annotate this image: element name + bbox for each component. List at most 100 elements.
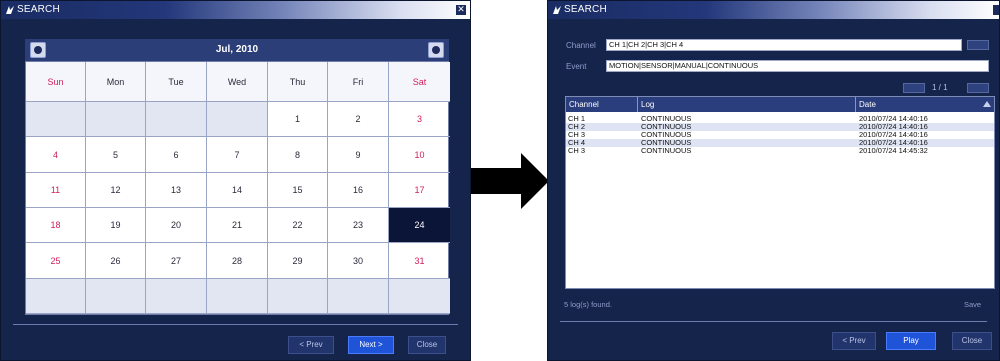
calendar-day[interactable]: 10: [389, 137, 450, 173]
column-header-date[interactable]: Date: [856, 97, 978, 112]
column-header-log[interactable]: Log: [638, 97, 856, 112]
channel-select-button[interactable]: [967, 40, 989, 50]
weekday-label: Fri: [328, 62, 389, 102]
calendar-day[interactable]: 3: [389, 102, 450, 137]
footer-divider: [13, 324, 458, 325]
calendar-day[interactable]: 20: [146, 208, 207, 243]
calendar-day[interactable]: 11: [26, 173, 86, 208]
calendar-day[interactable]: 4: [26, 137, 86, 173]
table-row[interactable]: CH 4 CONTINUOUS 2010/07/24 14:40:16: [566, 139, 994, 147]
calendar-day[interactable]: 27: [146, 243, 207, 279]
calendar-week-row: 18 19 20 21 22 23 24: [26, 208, 450, 243]
calendar-day[interactable]: 18: [26, 208, 86, 243]
calendar-day[interactable]: 25: [26, 243, 86, 279]
calendar-empty-cell[interactable]: [207, 102, 268, 137]
calendar-day[interactable]: 7: [207, 137, 268, 173]
table-row[interactable]: CH 1 CONTINUOUS 2010/07/24 14:40:16: [566, 115, 994, 123]
weekday-label: Wed: [207, 62, 268, 102]
next-month-button[interactable]: [428, 42, 444, 58]
window-title: SEARCH: [17, 4, 60, 15]
calendar-week-row: 11 12 13 14 15 16 17: [26, 173, 450, 208]
status-text: 5 log(s) found.: [564, 300, 612, 309]
calendar-header: Jul, 2010: [25, 39, 449, 61]
calendar-day[interactable]: 2: [328, 102, 389, 137]
calendar-empty-cell[interactable]: [26, 279, 86, 314]
calendar-day[interactable]: 12: [86, 173, 146, 208]
table-row[interactable]: CH 3 CONTINUOUS 2010/07/24 14:45:32: [566, 147, 994, 155]
weekday-header-row: Sun Mon Tue Wed Thu Fri Sat: [26, 62, 450, 102]
page-indicator: 1 / 1: [932, 83, 948, 92]
prev-button[interactable]: < Prev: [832, 332, 876, 350]
log-cell-channel: CH 3: [568, 146, 586, 155]
calendar-day[interactable]: 8: [268, 137, 328, 173]
calendar-empty-cell[interactable]: [207, 279, 268, 314]
calendar-day[interactable]: 17: [389, 173, 450, 208]
close-icon[interactable]: ✕: [456, 5, 466, 15]
window-icon: [553, 6, 561, 14]
calendar-week-row: [26, 279, 450, 314]
calendar-day[interactable]: 16: [328, 173, 389, 208]
weekday-label: Sat: [389, 62, 450, 102]
calendar-empty-cell[interactable]: [146, 279, 207, 314]
footer-divider: [560, 321, 987, 322]
sort-icon: [983, 101, 991, 107]
weekday-label: Thu: [268, 62, 328, 102]
calendar-empty-cell[interactable]: [389, 279, 450, 314]
calendar-day[interactable]: 1: [268, 102, 328, 137]
calendar-day[interactable]: 6: [146, 137, 207, 173]
page-prev-button[interactable]: [903, 83, 925, 93]
calendar-day[interactable]: 28: [207, 243, 268, 279]
log-cell-log: CONTINUOUS: [641, 146, 692, 155]
close-button[interactable]: Close: [952, 332, 992, 350]
calendar-empty-cell[interactable]: [26, 102, 86, 137]
calendar-week-row: 123: [26, 102, 450, 137]
next-month-icon: [432, 46, 440, 54]
calendar-empty-cell[interactable]: [268, 279, 328, 314]
calendar-day[interactable]: 31: [389, 243, 450, 279]
title-bar: SEARCH: [548, 1, 999, 19]
prev-button[interactable]: < Prev: [288, 336, 334, 354]
channel-label: Channel: [566, 41, 596, 50]
calendar-empty-cell[interactable]: [86, 279, 146, 314]
calendar-day[interactable]: 29: [268, 243, 328, 279]
calendar-day[interactable]: 30: [328, 243, 389, 279]
channel-field[interactable]: CH 1|CH 2|CH 3|CH 4: [606, 39, 962, 51]
calendar-day[interactable]: 24: [389, 208, 450, 243]
calendar-week-row: 25 26 27 28 29 30 31: [26, 243, 450, 279]
month-label: Jul, 2010: [215, 44, 259, 55]
calendar-empty-cell[interactable]: [146, 102, 207, 137]
calendar-empty-cell[interactable]: [328, 279, 389, 314]
event-label: Event: [566, 62, 587, 71]
next-button[interactable]: Next >: [348, 336, 394, 354]
calendar-search-window: SEARCH ✕ Jul, 2010 Sun Mon Tue Wed Thu Fri Sat…: [0, 0, 471, 361]
right-arrow-icon: [471, 153, 549, 209]
column-header-channel[interactable]: Channel: [566, 97, 638, 112]
calendar-day[interactable]: 15: [268, 173, 328, 208]
save-button[interactable]: Save: [964, 300, 981, 309]
log-table-header: Channel Log Date: [566, 97, 994, 112]
window-icon: [6, 6, 14, 14]
weekday-label: Tue: [146, 62, 207, 102]
title-bar: SEARCH ✕: [1, 1, 470, 19]
table-row[interactable]: CH 3 CONTINUOUS 2010/07/24 14:40:16: [566, 131, 994, 139]
calendar-day[interactable]: 26: [86, 243, 146, 279]
calendar-day[interactable]: 23: [328, 208, 389, 243]
log-cell-date: 2010/07/24 14:45:32: [859, 146, 928, 155]
calendar-day[interactable]: 19: [86, 208, 146, 243]
calendar-day[interactable]: 21: [207, 208, 268, 243]
calendar-day[interactable]: 9: [328, 137, 389, 173]
close-button[interactable]: Close: [408, 336, 446, 354]
calendar-day[interactable]: 5: [86, 137, 146, 173]
play-button[interactable]: Play: [886, 332, 936, 350]
table-row[interactable]: CH 2 CONTINUOUS 2010/07/24 14:40:16: [566, 123, 994, 131]
calendar-week-row: 4 5 6 7 8 9 10: [26, 137, 450, 173]
calendar-day[interactable]: 22: [268, 208, 328, 243]
close-icon[interactable]: [993, 5, 999, 15]
weekday-label: Mon: [86, 62, 146, 102]
calendar-day[interactable]: 13: [146, 173, 207, 208]
page-next-button[interactable]: [967, 83, 989, 93]
calendar-day[interactable]: 14: [207, 173, 268, 208]
calendar-empty-cell[interactable]: [86, 102, 146, 137]
calendar-grid: Sun Mon Tue Wed Thu Fri Sat 1 2 3 4 5 6 7 8 9 10 11 12 13 14…: [25, 61, 450, 315]
event-field[interactable]: MOTION|SENSOR|MANUAL|CONTINUOUS: [606, 60, 989, 72]
